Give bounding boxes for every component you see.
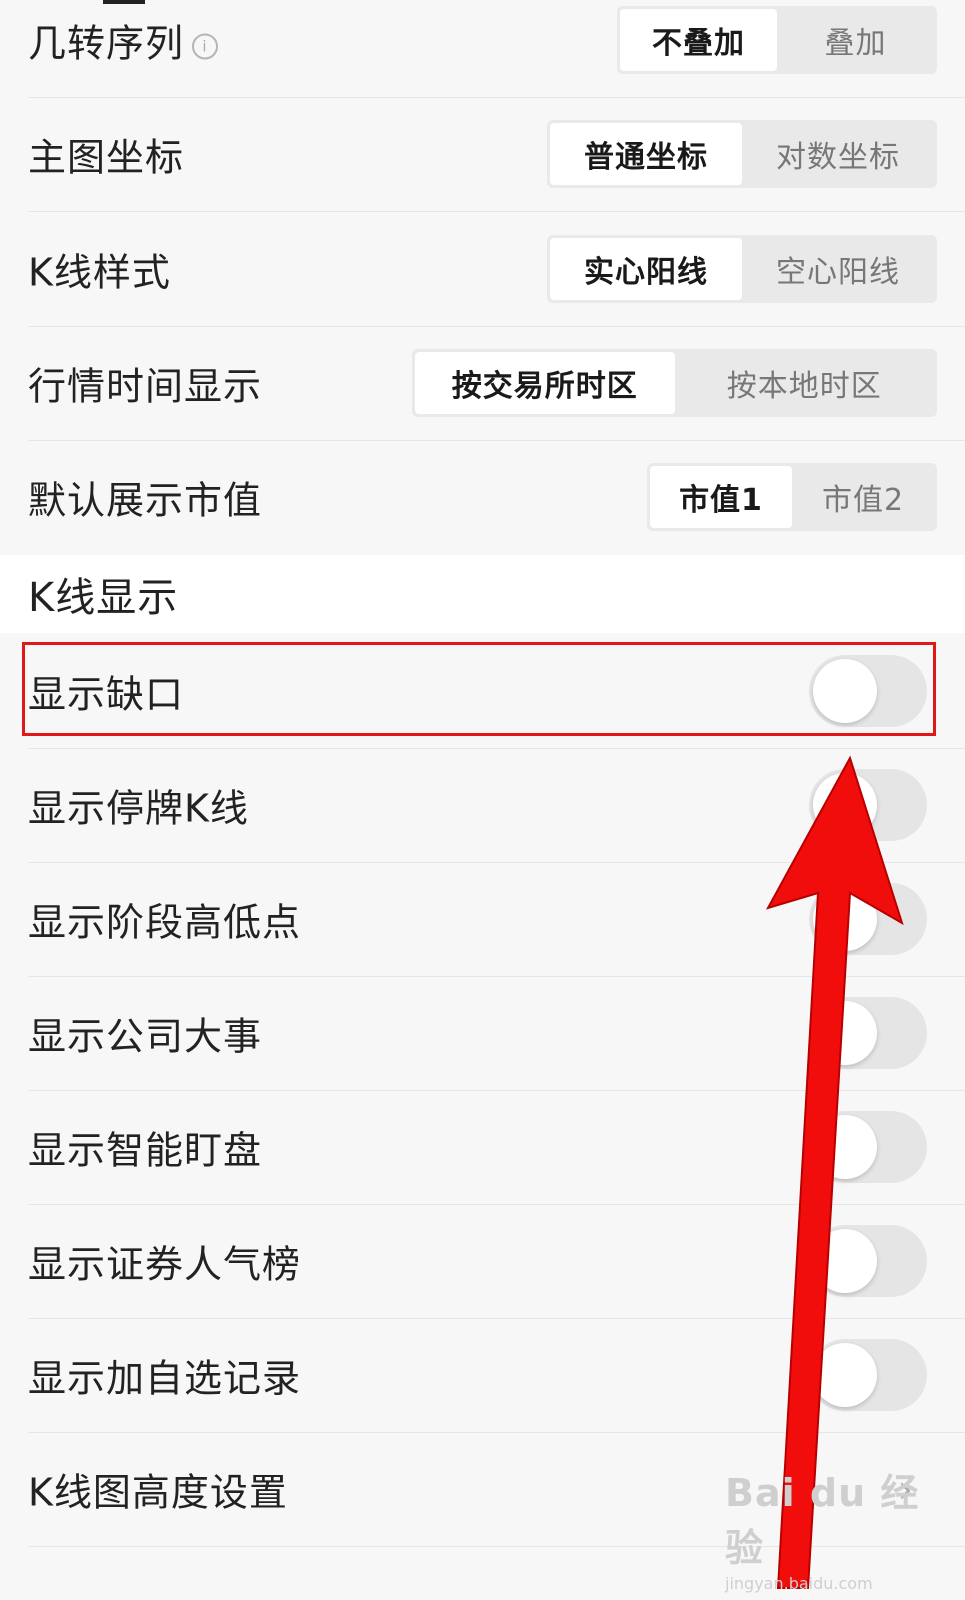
segment-option-log-axis[interactable]: 对数坐标 <box>742 123 934 185</box>
toggle-label: 显示阶段高低点 <box>28 900 302 945</box>
show-smart-watch-toggle[interactable] <box>809 1111 927 1183</box>
toggle-knob <box>813 773 877 837</box>
setting-row-market-time-display: 行情时间显示 按交易所时区 按本地时区 <box>0 325 965 441</box>
setting-row-default-market-cap: 默认展示市值 市值1 市值2 <box>0 439 965 555</box>
toggle-knob <box>813 1001 877 1065</box>
chevron-right-icon: › <box>897 1467 913 1511</box>
toggle-label: 显示证券人气榜 <box>28 1242 302 1287</box>
toggle-row-show-suspended-kline[interactable]: 显示停牌K线 <box>0 747 965 863</box>
segment-option-hollow-candle[interactable]: 空心阳线 <box>742 238 934 300</box>
toggle-row-show-gap[interactable]: 显示缺口 <box>0 633 965 749</box>
nav-row-kline-height-settings[interactable]: K线图高度设置 › <box>0 1431 965 1547</box>
segmented-control: 不叠加 叠加 <box>617 6 937 74</box>
segment-option-market-cap-1[interactable]: 市值1 <box>650 466 792 528</box>
toggle-label: 显示加自选记录 <box>28 1356 302 1401</box>
toggle-row-show-smart-watch[interactable]: 显示智能盯盘 <box>0 1089 965 1205</box>
setting-row-jizhuan-sequence: 几转序列 i 不叠加 叠加 <box>0 0 965 98</box>
toggle-label: 显示公司大事 <box>28 1014 263 1059</box>
toggle-label: 显示停牌K线 <box>28 786 249 831</box>
show-watchlist-record-toggle[interactable] <box>809 1339 927 1411</box>
toggle-row-show-popularity-list[interactable]: 显示证券人气榜 <box>0 1203 965 1319</box>
info-icon[interactable]: i <box>192 33 219 59</box>
setting-label: K线样式 <box>28 250 171 295</box>
toggle-row-show-watchlist-record[interactable]: 显示加自选记录 <box>0 1317 965 1433</box>
segment-option-overlay[interactable]: 叠加 <box>777 9 934 71</box>
setting-label: 默认展示市值 <box>28 478 263 523</box>
show-gap-toggle[interactable] <box>809 655 927 727</box>
setting-label: 行情时间显示 <box>28 364 263 409</box>
setting-label: 主图坐标 <box>28 135 185 180</box>
setting-row-kline-style: K线样式 实心阳线 空心阳线 <box>0 211 965 327</box>
toggle-label: 显示缺口 <box>28 672 185 717</box>
toggle-knob <box>813 1229 877 1293</box>
toggle-knob <box>813 1343 877 1407</box>
segment-option-no-overlay[interactable]: 不叠加 <box>620 9 777 71</box>
toggle-knob <box>813 1115 877 1179</box>
toggle-row-show-stage-high-low[interactable]: 显示阶段高低点 <box>0 861 965 977</box>
show-suspended-kline-toggle[interactable] <box>809 769 927 841</box>
segment-option-normal-axis[interactable]: 普通坐标 <box>550 123 742 185</box>
row-divider <box>28 1546 965 1547</box>
segment-option-exchange-timezone[interactable]: 按交易所时区 <box>415 352 675 414</box>
toggle-row-show-company-events[interactable]: 显示公司大事 <box>0 975 965 1091</box>
segment-option-solid-candle[interactable]: 实心阳线 <box>550 238 742 300</box>
watermark-url: jingyan.baidu.com <box>725 1574 873 1593</box>
section-title: K线显示 <box>28 575 179 621</box>
section-header-kline-display: K线显示 <box>0 555 965 633</box>
segment-option-market-cap-2[interactable]: 市值2 <box>792 466 934 528</box>
show-stage-high-low-toggle[interactable] <box>809 883 927 955</box>
segmented-control: 按交易所时区 按本地时区 <box>412 349 937 417</box>
setting-label: 几转序列 i <box>28 13 219 68</box>
toggle-knob <box>813 887 877 951</box>
nav-label: K线图高度设置 <box>28 1470 288 1515</box>
setting-row-main-chart-axis: 主图坐标 普通坐标 对数坐标 <box>0 96 965 212</box>
show-company-events-toggle[interactable] <box>809 997 927 1069</box>
show-popularity-list-toggle[interactable] <box>809 1225 927 1297</box>
toggle-label: 显示智能盯盘 <box>28 1128 263 1173</box>
segmented-control: 实心阳线 空心阳线 <box>547 235 937 303</box>
toggle-knob <box>813 659 877 723</box>
segmented-control: 普通坐标 对数坐标 <box>547 120 937 188</box>
segmented-control: 市值1 市值2 <box>647 463 937 531</box>
segment-option-local-timezone[interactable]: 按本地时区 <box>675 352 935 414</box>
